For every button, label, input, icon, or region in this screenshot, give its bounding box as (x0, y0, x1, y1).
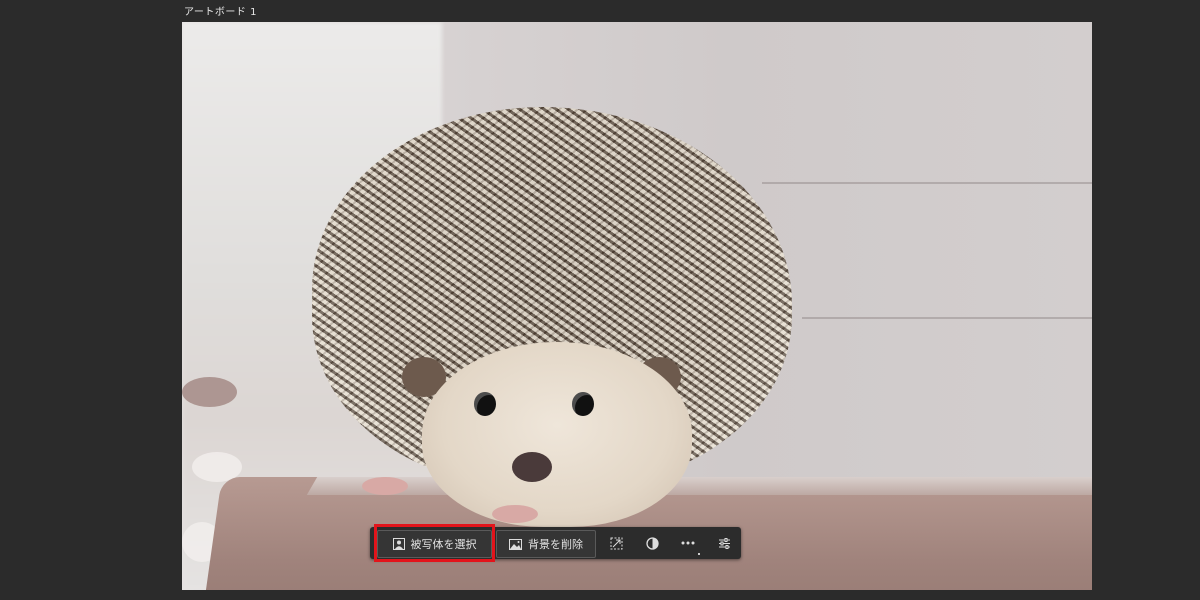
dropdown-indicator (698, 553, 700, 555)
taskbar-settings-button[interactable] (710, 530, 738, 556)
hedgehog-face (422, 342, 692, 527)
pebble (182, 377, 237, 407)
artboard-canvas[interactable] (182, 22, 1092, 590)
hedgehog-photo (302, 107, 822, 527)
adjustments-icon (718, 537, 731, 550)
hedgehog-eye (572, 392, 594, 416)
highlight-box (374, 524, 495, 562)
plank-line (802, 317, 1092, 319)
remove-background-button[interactable]: 背景を削除 (496, 530, 596, 558)
hedgehog-paw (492, 505, 538, 523)
image-icon (509, 538, 522, 550)
hedgehog-nose (512, 452, 552, 482)
remove-background-label: 背景を削除 (528, 538, 583, 551)
transform-icon (610, 537, 623, 550)
contrast-icon (645, 536, 659, 550)
more-icon (681, 541, 695, 545)
hedgehog-paw (362, 477, 408, 495)
adjustment-layer-button[interactable] (638, 530, 666, 556)
hedgehog-eye (474, 392, 496, 416)
transform-button[interactable] (602, 530, 630, 556)
artboard-title[interactable]: アートボード 1 (184, 3, 257, 18)
